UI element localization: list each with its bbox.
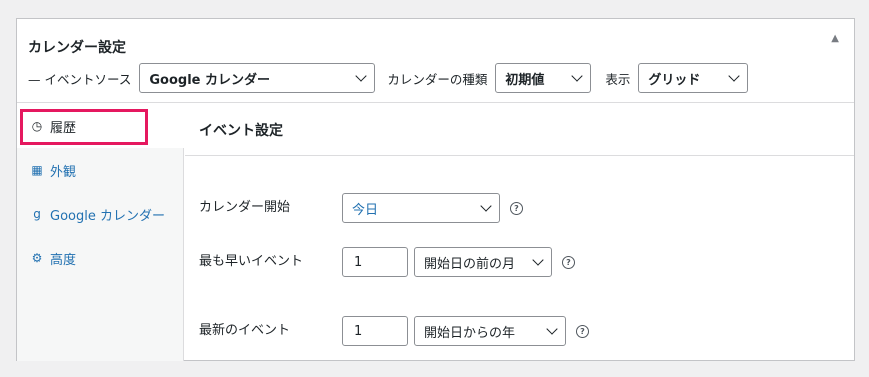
- sidebar-item-label: Google カレンダー: [50, 208, 165, 224]
- help-icon[interactable]: ?: [576, 324, 589, 338]
- chevron-down-icon: [728, 70, 741, 82]
- display-select[interactable]: グリッド: [638, 63, 749, 93]
- latest-event-label: 最新のイベント: [199, 323, 291, 338]
- latest-event-unit-select[interactable]: 開始日からの年: [414, 316, 566, 346]
- google-icon: g: [33, 207, 41, 221]
- source-row: — イベントソース Google カレンダー カレンダーの種類 初期値 表示 グ…: [28, 63, 749, 93]
- sidebar-item-advanced[interactable]: ⚙ 高度: [17, 236, 184, 280]
- event-source-label: — イベントソース: [28, 71, 132, 87]
- earliest-event-unit-value: 開始日の前の月: [424, 256, 516, 272]
- earliest-event-label: 最も早いイベント: [199, 254, 304, 269]
- latest-event-number-input[interactable]: 1: [342, 316, 408, 346]
- calendar-start-select[interactable]: 今日: [342, 193, 500, 223]
- section-title: イベント設定: [185, 104, 854, 156]
- sidebar-item-label: 外観: [50, 164, 77, 180]
- sidebar-item-google-calendar[interactable]: g Google カレンダー: [17, 192, 184, 236]
- latest-event-unit-value: 開始日からの年: [424, 325, 516, 341]
- display-label: 表示: [605, 71, 631, 87]
- calendar-start-label: カレンダー開始: [199, 200, 291, 215]
- panel-title: カレンダー設定: [28, 40, 126, 56]
- chevron-down-icon: [532, 254, 544, 266]
- calendar-type-select[interactable]: 初期値: [495, 63, 592, 93]
- earliest-event-row: 最も早いイベント 1 開始日の前の月 ?: [199, 247, 575, 277]
- collapse-arrow-icon[interactable]: ▲: [831, 33, 839, 44]
- panel-header: カレンダー設定 ▲ — イベントソース Google カレンダー カレンダーの種…: [17, 19, 854, 103]
- event-settings-section: イベント設定 カレンダー開始 今日 ? 最も早いイベント 1 開始日の前の月 ?…: [185, 104, 854, 361]
- chevron-down-icon: [355, 70, 368, 82]
- sidebar-item-label: 高度: [50, 252, 77, 268]
- event-source-select[interactable]: Google カレンダー: [139, 63, 376, 93]
- calendar-icon: ▦: [31, 163, 43, 177]
- chevron-down-icon: [546, 323, 558, 335]
- calendar-start-value: 今日: [352, 202, 379, 218]
- calendar-settings-panel: カレンダー設定 ▲ — イベントソース Google カレンダー カレンダーの種…: [16, 18, 855, 361]
- event-source-value: Google カレンダー: [149, 72, 270, 88]
- sidebar-item-appearance[interactable]: ▦ 外観: [17, 148, 184, 192]
- gears-icon: ⚙: [31, 251, 43, 265]
- calendar-type-value: 初期値: [505, 72, 545, 88]
- calendar-start-row: カレンダー開始 今日 ?: [199, 193, 523, 223]
- earliest-event-unit-select[interactable]: 開始日の前の月: [414, 247, 552, 277]
- chevron-down-icon: [571, 70, 584, 82]
- help-icon[interactable]: ?: [510, 201, 523, 215]
- chevron-down-icon: [480, 200, 492, 212]
- display-value: グリッド: [648, 72, 701, 88]
- earliest-event-number-input[interactable]: 1: [342, 247, 408, 277]
- highlight-box: [20, 109, 148, 145]
- latest-event-row: 最新のイベント 1 開始日からの年 ?: [199, 316, 589, 346]
- calendar-type-label: カレンダーの種類: [387, 71, 488, 87]
- help-icon[interactable]: ?: [562, 255, 575, 269]
- settings-sidebar: ◷ 履歴 ▦ 外観 g Google カレンダー ⚙ 高度: [17, 104, 185, 361]
